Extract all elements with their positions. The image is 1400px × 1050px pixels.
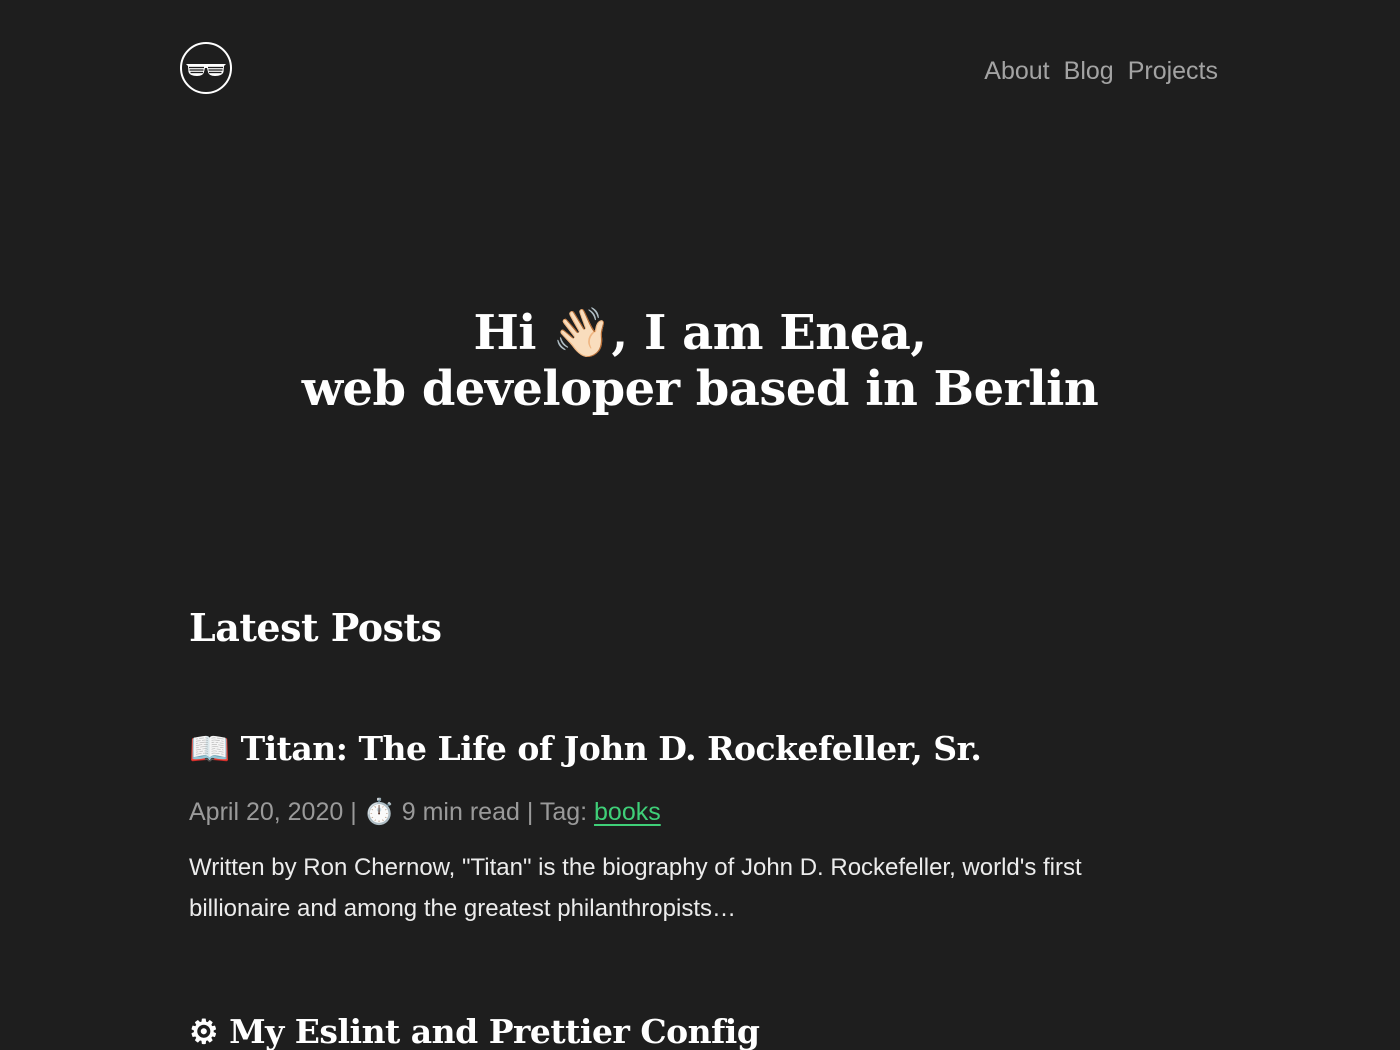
stopwatch-icon: ⏱️ [363, 798, 395, 826]
nav-blog-link[interactable]: Blog [1064, 55, 1114, 87]
post-title-link[interactable]: 📖 Titan: The Life of John D. Rockefeller… [189, 727, 1189, 771]
hero-heading: Hi 👋🏻, I am Enea, web developer based in… [0, 305, 1400, 417]
main-nav: About Blog Projects [984, 55, 1218, 87]
post-meta: April 20, 2020 | ⏱️ 9 min read | Tag: bo… [189, 795, 1189, 829]
post-item: ⚙ My Eslint and Prettier Config [189, 1010, 1189, 1050]
post-excerpt: Written by Ron Chernow, "Titan" is the b… [189, 854, 1082, 922]
post-title-link[interactable]: ⚙ My Eslint and Prettier Config [189, 1010, 1189, 1050]
site-header: About Blog Projects [180, 42, 1220, 96]
latest-posts-title: Latest Posts [189, 605, 442, 650]
sunglasses-logo-icon [180, 42, 232, 94]
meta-separator: | [519, 798, 540, 826]
post-date: April 20, 2020 [189, 798, 344, 826]
meta-separator: | [343, 798, 364, 826]
tag-books-link[interactable]: books [594, 798, 661, 826]
nav-projects-link[interactable]: Projects [1128, 55, 1218, 87]
hero-greeting: Hi 👋🏻, I am Enea, [473, 305, 927, 361]
home-logo-link[interactable] [180, 42, 232, 94]
hero-tagline: web developer based in Berlin [301, 361, 1099, 417]
nav-about-link[interactable]: About [984, 55, 1049, 87]
post-item: 📖 Titan: The Life of John D. Rockefeller… [189, 727, 1189, 953]
tag-prefix: Tag: [539, 798, 595, 826]
post-read-time: 9 min read [394, 798, 520, 826]
